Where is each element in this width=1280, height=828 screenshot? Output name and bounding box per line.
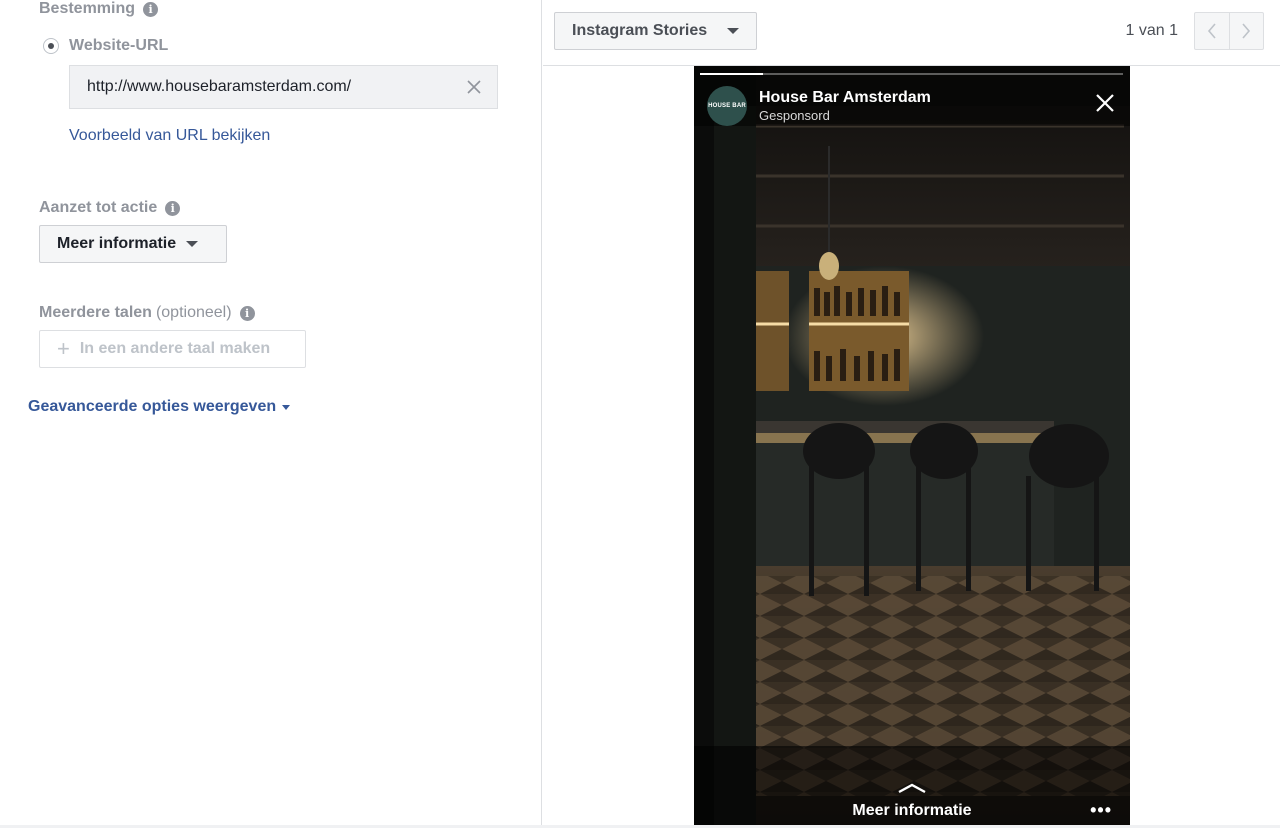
placement-value: Instagram Stories: [572, 22, 708, 39]
close-icon[interactable]: [1094, 92, 1116, 114]
chevron-left-icon[interactable]: [1195, 13, 1229, 49]
story-cta-button[interactable]: Meer informatie: [694, 802, 1130, 820]
caret-down-icon: [727, 28, 739, 34]
preview-url-link[interactable]: Voorbeeld van URL bekijken: [69, 127, 270, 145]
plus-icon: +: [57, 336, 70, 361]
website-url-input[interactable]: http://www.housebaramsterdam.com/: [69, 65, 498, 109]
bar-interior-photo: [694, 66, 1130, 828]
placement-dropdown[interactable]: Instagram Stories: [554, 12, 757, 50]
avatar[interactable]: HOUSE BAR: [707, 86, 747, 126]
preview-toolbar: Instagram Stories 1 van 1: [543, 0, 1280, 66]
info-icon[interactable]: i: [165, 200, 181, 216]
caret-down-icon: [186, 241, 199, 247]
advanced-options-label: Geavanceerde opties weergeven: [28, 398, 277, 415]
cta-section-label: Aanzet tot actie i: [39, 199, 181, 217]
story-header: HOUSE BAR House Bar Amsterdam Gesponsord: [707, 86, 931, 126]
story-progress-fill: [700, 73, 764, 75]
close-icon[interactable]: [465, 78, 483, 96]
account-name[interactable]: House Bar Amsterdam: [759, 89, 931, 107]
radio-button-icon[interactable]: [43, 38, 59, 54]
chevron-right-icon[interactable]: [1228, 13, 1264, 49]
pager-count: 1 van 1: [1125, 22, 1178, 39]
website-url-label: Website-URL: [69, 37, 169, 54]
advanced-options-link[interactable]: Geavanceerde opties weergeven: [28, 398, 291, 416]
caret-down-icon: [282, 404, 291, 410]
languages-label: Meerdere talen: [39, 304, 152, 321]
destination-label: Bestemming: [39, 0, 136, 17]
add-language-label: In een andere taal maken: [79, 340, 271, 357]
destination-section-label: Bestemming i: [39, 0, 159, 18]
more-options-icon[interactable]: •••: [1090, 800, 1112, 821]
story-progress-bar: [700, 73, 1123, 75]
chevron-up-icon[interactable]: [897, 782, 927, 794]
ad-preview-panel: Instagram Stories 1 van 1 HOUSE BAR Hous…: [543, 0, 1280, 828]
url-value[interactable]: http://www.housebaramsterdam.com/: [87, 78, 465, 96]
ad-settings-panel: Bestemming i Website-URL http://www.hous…: [0, 0, 542, 828]
story-preview: HOUSE BAR House Bar Amsterdam Gesponsord…: [694, 66, 1130, 828]
pager-buttons: [1194, 12, 1264, 50]
cta-dropdown[interactable]: Meer informatie: [39, 225, 227, 263]
info-icon[interactable]: i: [143, 1, 159, 17]
languages-optional: (optioneel): [155, 304, 232, 321]
cta-selected-value: Meer informatie: [57, 235, 177, 252]
languages-section-label: Meerdere talen (optioneel) i: [39, 304, 255, 322]
cta-label: Aanzet tot actie: [39, 199, 158, 216]
info-icon[interactable]: i: [239, 305, 255, 321]
sponsored-label: Gesponsord: [759, 108, 830, 123]
add-language-button[interactable]: + In een andere taal maken: [39, 330, 306, 368]
website-url-radio[interactable]: Website-URL: [43, 37, 168, 55]
